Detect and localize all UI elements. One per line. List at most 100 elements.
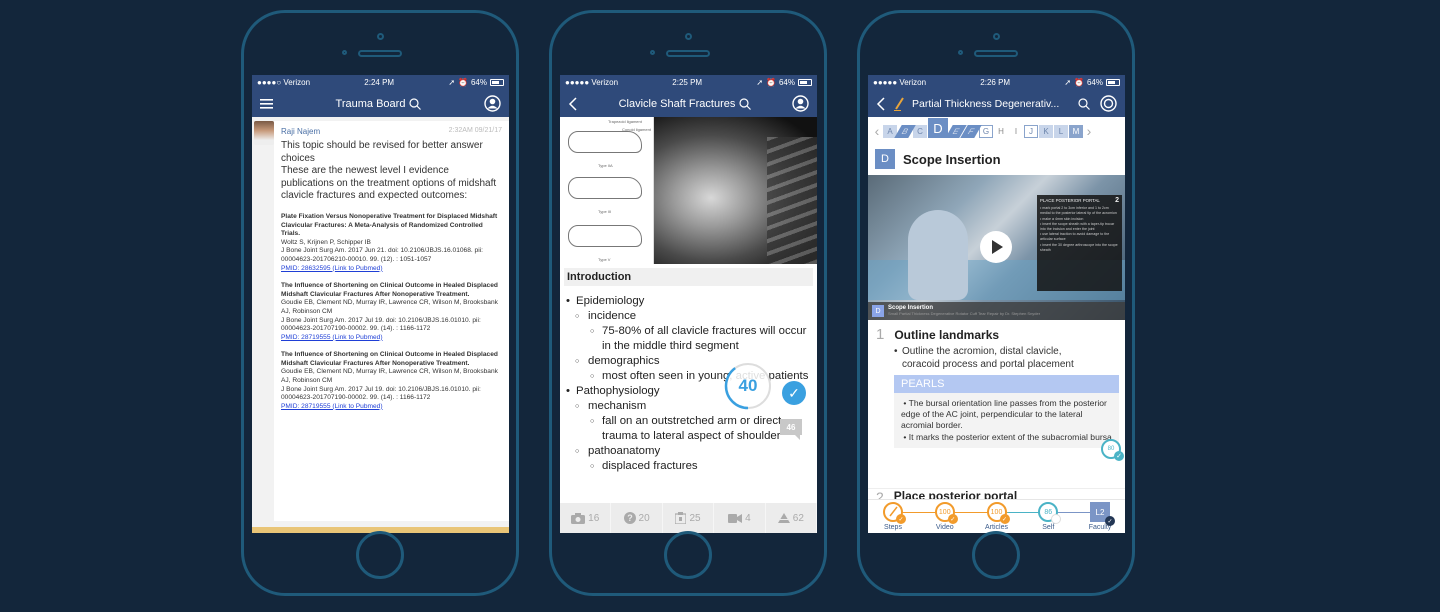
step-letter-nav: ‹ A B C D E F G H I J K L M › bbox=[868, 117, 1125, 145]
carrier: ●●●●● Verizon bbox=[873, 78, 927, 87]
comment-count-badge[interactable]: 46 bbox=[780, 419, 802, 440]
step-number: 1 bbox=[876, 326, 885, 343]
letter-tab-l[interactable]: L bbox=[1054, 124, 1068, 138]
speaker bbox=[358, 50, 402, 57]
alarm-icon: ⏰ bbox=[1074, 78, 1084, 87]
hamburger-menu-icon[interactable] bbox=[260, 98, 273, 109]
camera-icon bbox=[571, 512, 586, 524]
post: Raji Najem 2:32AM 09/21/17 This topic sh… bbox=[274, 121, 509, 521]
xray-image[interactable] bbox=[654, 117, 817, 264]
prev-chevron-icon[interactable]: ‹ bbox=[872, 123, 882, 139]
search-icon[interactable] bbox=[739, 97, 752, 110]
letter-tab-d[interactable]: D bbox=[928, 118, 948, 138]
search-icon[interactable] bbox=[409, 97, 422, 110]
footer-faculty[interactable]: L2 ✓ Faculty bbox=[1079, 502, 1121, 533]
front-camera bbox=[377, 33, 384, 40]
status-bar: ●●●●● Verizon 2:26 PM ➚ ⏰ 64% bbox=[868, 75, 1125, 90]
pubmed-link[interactable]: PMID: 28632595 (Link to Pubmed) bbox=[281, 265, 383, 272]
checkmark-icon: ✓ bbox=[947, 514, 958, 524]
letter-tab-m[interactable]: M bbox=[1069, 124, 1083, 138]
step-score-badge[interactable]: 80 ✓ bbox=[1101, 439, 1124, 461]
page-title: Trauma Board bbox=[335, 97, 406, 110]
post-author[interactable]: Raji Najem bbox=[281, 127, 320, 136]
overlay-item: • mark portal 2 to 3cm inferior and 1 to… bbox=[1040, 206, 1117, 216]
footer-steps[interactable]: ✓ Steps bbox=[872, 502, 914, 533]
play-icon[interactable] bbox=[979, 230, 1012, 263]
reference-authors: Goudie EB, Clement ND, Murray IR, Lawren… bbox=[281, 368, 498, 385]
letter-tab-j[interactable]: J bbox=[1024, 124, 1038, 138]
pencil-icon[interactable] bbox=[894, 96, 904, 111]
discussion-thread: Raji Najem 2:32AM 09/21/17 This topic sh… bbox=[252, 117, 509, 533]
tab-videos[interactable]: 4 bbox=[714, 503, 766, 533]
letter-tab-g[interactable]: G bbox=[979, 124, 993, 138]
outline-item: Pathophysiology bbox=[566, 384, 813, 399]
section-letter-badge: D bbox=[875, 149, 895, 169]
overlay-title: PLACE POSTERIOR PORTAL bbox=[1040, 198, 1100, 203]
profile-icon[interactable] bbox=[792, 95, 809, 112]
score-circle: 86 bbox=[1038, 502, 1062, 524]
question-icon: ? bbox=[623, 512, 636, 524]
sensor bbox=[342, 50, 347, 55]
checkmark-icon: ✓ bbox=[1105, 516, 1115, 526]
outline-item: mechanism bbox=[566, 399, 813, 414]
letter-tab-c[interactable]: C bbox=[913, 124, 927, 138]
tab-count: 20 bbox=[638, 512, 650, 524]
pencil-icon: ✓ bbox=[883, 502, 906, 524]
level-badge: L2 ✓ bbox=[1090, 502, 1115, 526]
image-gallery: Trapezoid ligament Conoid ligament Type … bbox=[560, 117, 817, 264]
pubmed-link[interactable]: PMID: 28719555 (Link to Pubmed) bbox=[281, 403, 383, 410]
reference-title: Plate Fixation Versus Nonoperative Treat… bbox=[281, 212, 498, 238]
phone-clavicle-topic: ●●●●● Verizon 2:25 PM ➚ ⏰ 64% Clavicle Sha… bbox=[549, 10, 827, 596]
home-button[interactable] bbox=[664, 531, 712, 579]
nav-bar: Trauma Board bbox=[252, 90, 509, 117]
footer-self[interactable]: 86 Self bbox=[1027, 502, 1069, 533]
pearls-box: PEARLS • The bursal orientation line pas… bbox=[894, 375, 1119, 448]
overlay-item: • insert the scope sheath with a taper-t… bbox=[1040, 221, 1115, 232]
footer-video[interactable]: 100 ✓ Video bbox=[924, 502, 966, 533]
carrier: ●●●●● Verizon bbox=[565, 78, 619, 87]
next-chevron-icon[interactable]: › bbox=[1084, 123, 1094, 139]
letter-tab-h[interactable]: H bbox=[994, 124, 1008, 138]
avatar[interactable] bbox=[254, 121, 274, 145]
back-chevron-icon[interactable] bbox=[876, 96, 886, 111]
bone-sketch bbox=[568, 177, 642, 199]
pearls-heading: PEARLS bbox=[894, 375, 1119, 393]
screen: ●●●●○ Verizon 2:24 PM ➚ ⏰ 64% Trauma Board… bbox=[252, 75, 509, 533]
profile-icon[interactable] bbox=[484, 95, 501, 112]
clock: 2:24 PM bbox=[364, 78, 395, 87]
letter-tab-k[interactable]: K bbox=[1039, 124, 1053, 138]
footer-articles[interactable]: 100 ✓ Articles bbox=[976, 502, 1018, 533]
outline-item: displaced fractures bbox=[566, 459, 813, 474]
video-camera-icon bbox=[728, 513, 743, 523]
tab-images[interactable]: 16 bbox=[560, 503, 612, 533]
back-chevron-icon[interactable] bbox=[568, 96, 578, 111]
location-icon: ➚ bbox=[1064, 78, 1072, 87]
overlay-item: • insert the 30 degree arthroscope into … bbox=[1040, 242, 1118, 252]
search-icon[interactable] bbox=[1078, 97, 1090, 110]
reference-title: The Influence of Shortening on Clinical … bbox=[281, 351, 498, 367]
pubmed-link[interactable]: PMID: 28719555 (Link to Pubmed) bbox=[281, 334, 383, 341]
reference: The Influence of Shortening on Clinical … bbox=[281, 351, 502, 411]
tab-count: 62 bbox=[792, 512, 804, 524]
battery-icon bbox=[1106, 79, 1120, 86]
status-bar: ●●●●● Verizon 2:25 PM ➚ ⏰ 64% bbox=[560, 75, 817, 90]
video-player[interactable]: PLACE POSTERIOR PORTAL 2 • mark portal 2 … bbox=[868, 175, 1125, 320]
tab-count: 4 bbox=[745, 512, 751, 524]
classification-diagram[interactable]: Trapezoid ligament Conoid ligament Type … bbox=[560, 117, 654, 264]
home-button[interactable] bbox=[356, 531, 404, 579]
checkmark-icon[interactable]: ✓ bbox=[782, 381, 806, 405]
progress-value: 40 bbox=[738, 376, 758, 395]
screen: ●●●●● Verizon 2:26 PM ➚ ⏰ 64% Partial Thic… bbox=[868, 75, 1125, 533]
section-header: D Scope Insertion bbox=[868, 145, 1125, 173]
clock: 2:26 PM bbox=[980, 78, 1011, 87]
tab-cases[interactable]: 25 bbox=[663, 503, 715, 533]
reference-title: The Influence of Shortening on Clinical … bbox=[281, 282, 498, 298]
diagram-label: Type IIA bbox=[598, 163, 613, 168]
overlay-step-number: 2 bbox=[1115, 197, 1119, 204]
home-button[interactable] bbox=[972, 531, 1020, 579]
letter-tab-i[interactable]: I bbox=[1009, 124, 1023, 138]
target-icon[interactable] bbox=[1100, 95, 1117, 112]
sensor bbox=[650, 50, 655, 55]
tab-evidence[interactable]: 62 bbox=[766, 503, 817, 533]
tab-questions[interactable]: ? 20 bbox=[611, 503, 663, 533]
